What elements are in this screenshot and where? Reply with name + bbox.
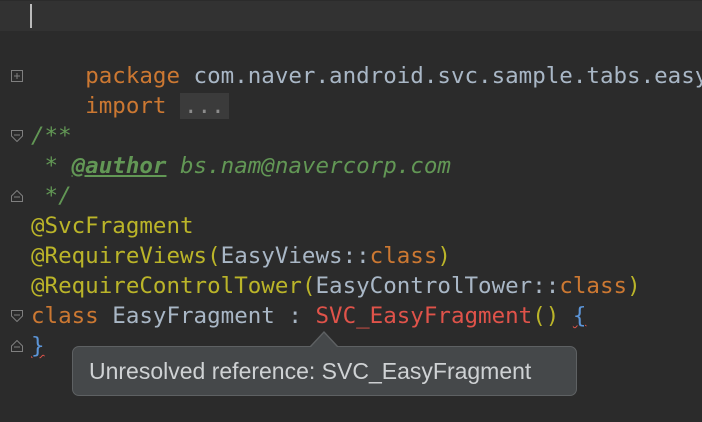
constructor-call: () bbox=[532, 303, 560, 329]
expand-fold-icon[interactable] bbox=[11, 70, 23, 82]
code-line-doc-open: /** bbox=[31, 123, 72, 149]
collapse-fold-icon[interactable] bbox=[11, 130, 23, 142]
doc-author-tag: @author bbox=[71, 153, 167, 179]
class-close-brace: } bbox=[31, 333, 45, 359]
paren-close: ) bbox=[627, 273, 641, 299]
keyword-class: class bbox=[31, 303, 99, 329]
code-editor[interactable]: package com.naver.android.svc.sample.tab… bbox=[0, 0, 702, 422]
doc-prefix: * bbox=[31, 153, 72, 179]
collapse-end-fold-icon[interactable] bbox=[11, 340, 23, 352]
class-open-brace: { bbox=[572, 303, 587, 329]
code-line-class[interactable]: class EasyFragment : SVC_EasyFragment() … bbox=[31, 301, 586, 331]
code-line-close: } bbox=[31, 331, 45, 361]
code-line-annotation-requirecontroltower: @RequireControlTower(EasyControlTower::c… bbox=[31, 271, 641, 301]
paren-close: ) bbox=[437, 243, 451, 269]
annotation-requireviews: @RequireViews bbox=[31, 243, 208, 269]
error-tooltip: Unresolved reference: SVC_EasyFragment bbox=[72, 346, 577, 396]
collapse-fold-icon[interactable] bbox=[11, 310, 23, 322]
keyword-class: class bbox=[369, 243, 438, 269]
code-line-import[interactable]: import ... bbox=[31, 61, 229, 119]
package-name: com.naver.android.svc.sample.tabs.easy bbox=[180, 63, 702, 89]
annotation-arg: EasyControlTower:: bbox=[315, 273, 560, 299]
keyword-class: class bbox=[559, 273, 628, 299]
folded-imports[interactable]: ... bbox=[180, 93, 229, 119]
unresolved-reference[interactable]: SVC_EasyFragment bbox=[315, 303, 532, 329]
code-line-package[interactable]: package com.naver.android.svc.sample.tab… bbox=[0, 1, 702, 89]
code-line-doc-author: * @author bs.nam@navercorp.com bbox=[31, 151, 451, 181]
keyword-import: import bbox=[85, 93, 167, 119]
tooltip-text: Unresolved reference: SVC_EasyFragment bbox=[89, 358, 532, 384]
class-name: EasyFragment : bbox=[98, 303, 316, 329]
paren-open: ( bbox=[207, 243, 221, 269]
doc-author-value: bs.nam@navercorp.com bbox=[166, 153, 451, 179]
code-line-doc-close: */ bbox=[31, 183, 72, 209]
annotation-requirecontroltower: @RequireControlTower bbox=[31, 273, 302, 299]
annotation-arg: EasyViews:: bbox=[220, 243, 370, 269]
code-line-annotation-svcfragment: @SvcFragment bbox=[31, 213, 194, 239]
paren-open: ( bbox=[301, 273, 316, 299]
text-caret bbox=[30, 4, 32, 28]
code-line-annotation-requireviews: @RequireViews(EasyViews::class) bbox=[31, 241, 451, 271]
collapse-end-fold-icon[interactable] bbox=[11, 190, 23, 202]
tooltip-arrow-fill bbox=[311, 333, 337, 347]
